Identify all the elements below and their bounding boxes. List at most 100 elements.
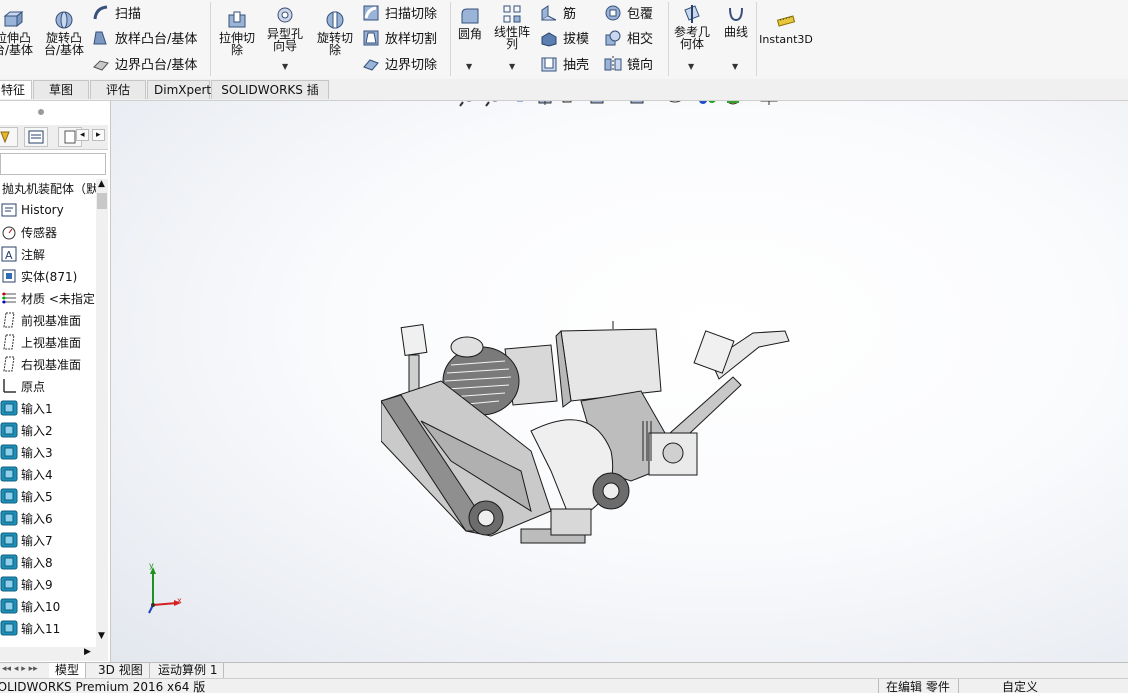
tree-item[interactable]: 传感器 [0,221,96,243]
tab-featuremanager[interactable] [0,127,18,147]
scrollbar-thumb[interactable] [97,193,107,209]
hide-show-items-icon[interactable] [667,101,683,103]
tree-item[interactable]: A 注解 [0,243,96,265]
plane-icon [3,356,15,372]
tree-item[interactable]: 输入6 [0,507,96,529]
graphics-area[interactable]: ▾ ▾ ▾ ▾ ▾ ◂ ▸ – ⧉ [111,101,1128,662]
tree-item[interactable]: 输入3 [0,441,96,463]
tree-item[interactable]: 输入5 [0,485,96,507]
instant3d-button[interactable]: Instant3D [759,12,813,46]
section-view-icon[interactable] [538,101,552,105]
tree-item[interactable]: 输入7 [0,529,96,551]
tree-item[interactable]: 前视基准面 [0,309,96,331]
tree-horizontal-scrollbar[interactable]: ▶ [0,647,108,661]
pane-collapse-icon[interactable] [36,107,46,117]
tree-item[interactable]: 输入4 [0,463,96,485]
history-icon [1,203,17,217]
command-tabs: 特征 草图 评估 DimXpert SOLIDWORKS 插件 [0,79,1128,116]
revolved-boss-button[interactable]: 旋转凸 台/基体 [42,10,86,56]
extruded-boss-button[interactable]: 拉伸凸 台/基体 [0,10,33,56]
sweep-button[interactable]: 扫描 [92,3,141,22]
boundary-cut-button[interactable]: 边界切除 [362,54,437,73]
tab-evaluate[interactable]: 评估 [90,80,146,99]
tab-features[interactable]: 特征 [0,80,32,99]
pane-scroll-left-icon[interactable]: ◂ [76,129,89,141]
status-divider [878,679,879,693]
pane-scroll-right-icon[interactable]: ▸ [92,129,105,141]
view-orientation-icon[interactable] [590,101,605,104]
tree-item-label: 输入11 [21,621,61,636]
display-style-icon[interactable] [630,101,644,104]
linear-pattern-button[interactable]: 线性阵 列 [490,4,534,50]
hole-wizard-button[interactable]: 异型孔 向导 [262,6,308,52]
curves-dropdown[interactable]: ▼ [732,62,738,71]
tab-dimxpert[interactable]: DimXpert [147,80,211,99]
swept-cut-button[interactable]: 扫描切除 [362,3,437,22]
revolved-cut-button[interactable]: 旋转切 除 [312,10,358,56]
lofted-boss-button[interactable]: 放样凸台/基体 [92,28,197,47]
hole-wizard-dropdown[interactable]: ▼ [282,62,288,71]
status-units-selector[interactable]: 自定义 [1002,680,1038,693]
apply-scene-icon[interactable] [726,101,740,105]
wrap-button[interactable]: 包覆 [604,3,653,22]
tree-item[interactable]: 输入9 [0,573,96,595]
scroll-down-icon[interactable]: ▼ [98,631,105,641]
tree-item[interactable]: 输入8 [0,551,96,573]
tab-propertymanager[interactable] [24,127,48,147]
tree-item[interactable]: 右视基准面 [0,353,96,375]
zoom-to-area-icon[interactable] [485,101,501,107]
tab-solidworks-addins[interactable]: SOLIDWORKS 插件 [211,80,329,116]
heads-up-view-toolbar: ▾ ▾ ▾ ▾ ▾ [459,101,819,108]
tree-item[interactable]: 输入1 [0,397,96,419]
fillet-icon [461,8,479,24]
shot-blasting-machine-model[interactable] [381,321,801,561]
imported-body-icon [0,620,18,636]
previous-view-icon[interactable] [511,101,525,102]
edit-appearance-icon[interactable] [699,101,716,104]
tab-nav-first-icon[interactable]: ◂◂ ◂ ▸ ▸▸ [2,664,38,674]
ribbon-divider [756,2,757,76]
tree-root[interactable]: 抛丸机装配体（默 [2,178,96,198]
curves-button[interactable]: 曲线 [718,4,754,38]
tree-filter-input[interactable] [0,153,106,175]
tree-item[interactable]: 上视基准面 [0,331,96,353]
instant3d-icon [776,15,796,27]
minimize-icon[interactable]: – [1085,101,1091,102]
tree-item[interactable]: 输入10 [0,595,96,617]
linear-pattern-dropdown[interactable]: ▼ [509,62,515,71]
scroll-up-icon[interactable]: ▲ [98,179,105,189]
fillet-button[interactable]: 圆角 [454,6,486,40]
view-settings-icon[interactable] [760,101,778,105]
tab-motion-study-1[interactable]: 运动算例 1 [152,663,225,679]
restore-icon[interactable]: ⧉ [1105,101,1113,102]
reference-geometry-button[interactable]: 参考几 何体 [671,4,713,50]
boundary-boss-label: 边界凸台/基体 [115,58,198,73]
tree-item[interactable]: 输入11 [0,617,96,639]
tree-vertical-scrollbar[interactable]: ▲ ▼ [96,179,108,647]
tree-item[interactable]: 输入2 [0,419,96,441]
tree-item[interactable]: 原点 [0,375,96,397]
reference-geometry-dropdown[interactable]: ▼ [688,62,694,71]
tab-3d-views[interactable]: 3D 视图 [92,663,150,679]
dynamic-annotation-icon[interactable] [562,101,575,104]
lofted-cut-button[interactable]: 放样切割 [362,28,437,47]
zoom-to-fit-icon[interactable] [459,101,475,107]
tree-item[interactable]: 实体(871) [0,265,96,287]
draft-button[interactable]: 拔模 [540,28,589,47]
extruded-cut-button[interactable]: 拉伸切 除 [214,10,260,56]
tree-item-label: 原点 [21,379,46,394]
tab-model[interactable]: 模型 [49,663,87,679]
mirror-button[interactable]: 镜向 [604,54,653,73]
tree-item[interactable]: 材质 <未指定 [0,287,96,309]
reference-geometry-icon [684,5,700,23]
fillet-dropdown[interactable]: ▼ [466,62,472,71]
tree-root-label: 抛丸机装配体（默 [2,181,96,196]
tree-item[interactable]: History [0,199,96,221]
intersect-button[interactable]: 相交 [604,28,653,47]
scroll-right-icon[interactable]: ▶ [84,647,91,657]
status-bar: SOLIDWORKS Premium 2016 x64 版 在编辑 零件 自定义 [0,678,1128,693]
tab-sketch[interactable]: 草图 [33,80,89,99]
shell-button[interactable]: 抽壳 [540,54,589,73]
boundary-boss-button[interactable]: 边界凸台/基体 [92,54,197,73]
rib-button[interactable]: 筋 [540,3,576,22]
